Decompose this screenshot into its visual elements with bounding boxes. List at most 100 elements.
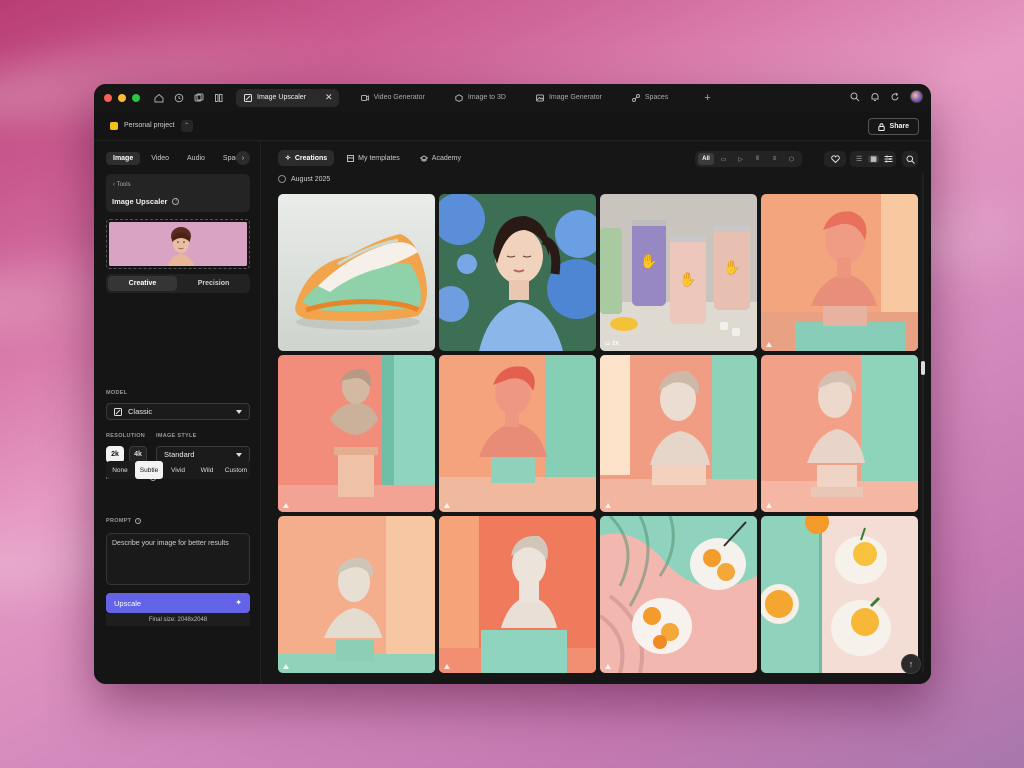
oranges-drink-image (761, 516, 918, 673)
minimize-window-button[interactable] (118, 93, 126, 102)
upscale-button[interactable]: Upscale ✦ (106, 593, 250, 613)
history-icon[interactable] (174, 93, 184, 103)
scrollbar-thumb[interactable] (921, 361, 925, 375)
model-label: MODEL (106, 390, 128, 396)
bust-image (439, 516, 596, 673)
close-window-button[interactable] (104, 93, 112, 102)
help-icon[interactable]: ? (135, 518, 142, 524)
tile-bust-5[interactable] (761, 355, 918, 512)
bell-icon[interactable] (870, 92, 880, 102)
favorites-button[interactable] (824, 151, 846, 167)
search-icon[interactable] (850, 92, 860, 102)
project-switcher-chevron-icon[interactable]: ⌃ (180, 119, 193, 132)
filter-settings-button[interactable] (880, 151, 896, 167)
tile-sneaker[interactable] (278, 194, 435, 351)
grid-view-icon[interactable]: ▦ (868, 155, 879, 163)
spaces-icon (631, 93, 640, 102)
imagination-none-button[interactable]: None (106, 461, 134, 479)
creative-mode-button[interactable]: Creative (108, 276, 177, 291)
sidebar-tab-video[interactable]: Video (144, 152, 176, 165)
tab-my-templates[interactable]: My templates (340, 150, 407, 166)
final-size-text: Final size: 2048x2048 (106, 613, 250, 626)
triangle-icon (766, 503, 772, 508)
model-select[interactable]: Classic (106, 403, 250, 420)
upscale-label: Upscale (114, 598, 142, 608)
zoom-window-button[interactable] (132, 93, 140, 102)
prompt-label-text: PROMPT (106, 518, 132, 524)
tab-label: My templates (358, 154, 400, 162)
list-view-icon[interactable]: ☰ (856, 155, 862, 163)
tile-bust-1[interactable] (761, 194, 918, 351)
project-name[interactable]: Personal project (124, 122, 175, 129)
date-group-label: August 2025 (291, 175, 331, 183)
chevron-down-icon (236, 410, 242, 414)
image-icon (535, 94, 544, 101)
tab-image-generator[interactable]: Image Generator (528, 89, 610, 107)
home-icon[interactable] (154, 93, 164, 103)
tile-bust-7[interactable] (439, 516, 596, 673)
tile-bust-6[interactable] (278, 516, 435, 673)
layers-icon[interactable] (194, 93, 204, 103)
prompt-input[interactable]: Describe your image for better results (106, 533, 250, 585)
search-icon (906, 155, 915, 164)
upload-preview[interactable] (106, 219, 250, 269)
sidebar-tab-audio[interactable]: Audio (180, 152, 212, 165)
resolution-label: RESOLUTION (106, 433, 146, 439)
imagination-wild-button[interactable]: Wild (193, 461, 221, 479)
help-icon[interactable]: ? (172, 198, 180, 205)
select-group-checkbox[interactable] (278, 175, 286, 183)
tab-image-upscaler[interactable]: Image Upscaler ✕ (236, 88, 339, 107)
warning-icon (444, 664, 450, 669)
tile-oranges-2[interactable] (761, 516, 918, 673)
oranges-image (600, 516, 757, 673)
gallery-search-button[interactable] (902, 151, 918, 167)
tab-video-generator[interactable]: Video Generator (353, 89, 433, 107)
scrollbar-track[interactable] (922, 173, 924, 673)
tile-oranges-1[interactable] (600, 516, 757, 673)
imagination-custom-button[interactable]: Custom (222, 461, 250, 479)
filter-video-icon[interactable]: ▷ (733, 153, 748, 165)
warning-icon (444, 503, 450, 508)
tile-bust-2[interactable] (278, 355, 435, 512)
precision-mode-button[interactable]: Precision (179, 276, 248, 291)
filter-image-icon[interactable]: ▭ (716, 153, 731, 165)
tile-cans[interactable]: ✋ ✋ ✋ ▭ 2X (600, 194, 757, 351)
tile-bust-4[interactable] (600, 355, 757, 512)
project-bar: Personal project ⌃ Share (94, 111, 931, 141)
filter-audio-icon[interactable]: ⦀ (750, 153, 765, 165)
tab-spaces[interactable]: Spaces (624, 89, 676, 107)
tile-bust-3[interactable] (439, 355, 596, 512)
chevron-right-icon[interactable]: › (236, 151, 250, 165)
sidebar-tab-image[interactable]: Image (106, 151, 141, 165)
heart-icon (830, 155, 840, 163)
close-tab-icon[interactable]: ✕ (325, 92, 333, 103)
filter-3d-icon[interactable]: ⬡ (784, 153, 799, 165)
badge-text: 2X (612, 341, 619, 347)
triangle-icon (444, 664, 450, 669)
warning-icon (766, 342, 772, 347)
user-avatar[interactable] (910, 90, 923, 103)
new-tab-button[interactable]: + (704, 92, 710, 104)
tool-title: Image Upscaler ? (112, 197, 180, 206)
tab-image-to-3d[interactable]: Image to 3D (447, 89, 514, 107)
filter-text-icon[interactable]: ≡ (767, 153, 782, 165)
tab-academy[interactable]: Academy (413, 150, 468, 166)
refresh-icon[interactable] (890, 92, 900, 102)
template-icon (347, 154, 355, 162)
triangle-icon (766, 342, 772, 347)
share-button[interactable]: Share (867, 118, 919, 135)
tab-creations[interactable]: ✧ Creations (278, 150, 335, 166)
titlebar-right (850, 90, 923, 103)
imagination-options: None Subtle Vivid Wild Custom (106, 461, 250, 479)
imagination-vivid-button[interactable]: Vivid (164, 461, 192, 479)
sparkle-icon: ✧ (285, 155, 291, 162)
tab-label: Video Generator (373, 94, 425, 101)
filter-all[interactable]: All (698, 153, 714, 165)
library-icon[interactable] (214, 93, 224, 103)
tile-woman-flowers[interactable] (439, 194, 596, 351)
tools-back-link[interactable]: ‹ Tools (113, 182, 131, 188)
image-upscaler-icon (244, 93, 252, 102)
bust-image (439, 355, 596, 512)
imagination-subtle-button[interactable]: Subtle (135, 461, 163, 479)
scroll-to-top-button[interactable]: ↑ (901, 654, 921, 674)
